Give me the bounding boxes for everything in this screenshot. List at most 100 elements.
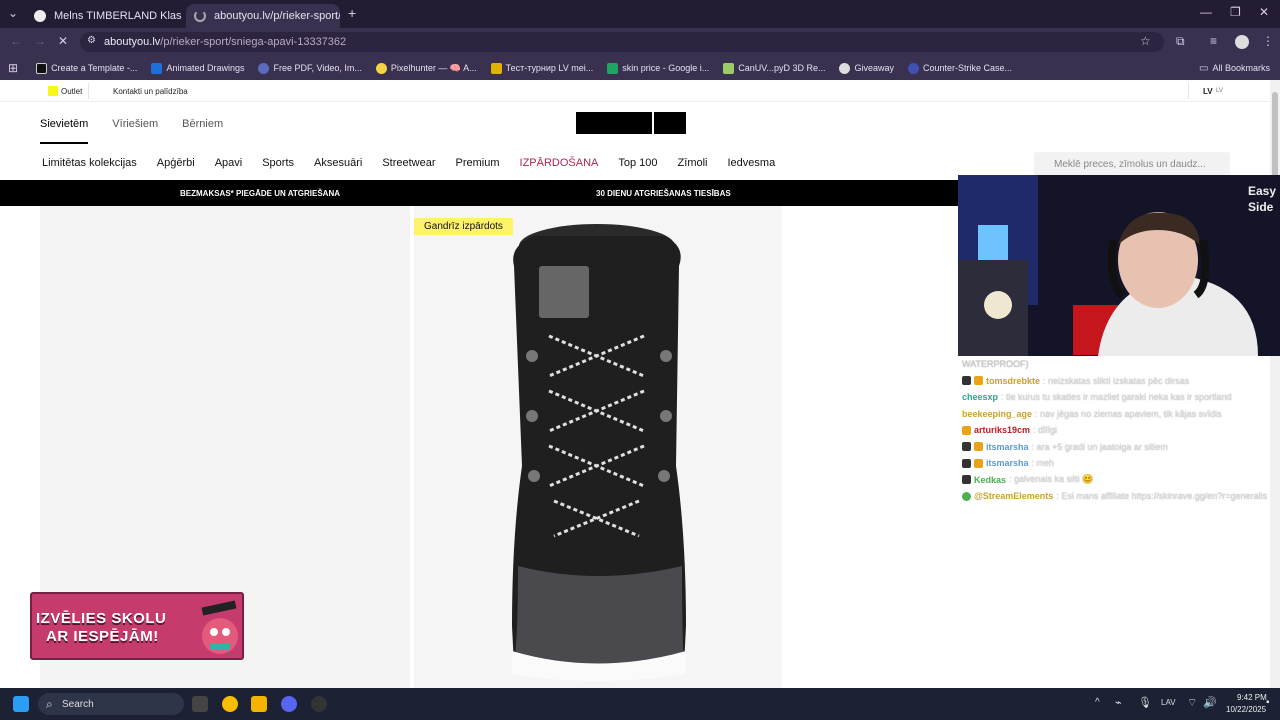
chat-line: itsmarsha: meh (958, 455, 1280, 472)
promo-free-shipping: BEZMAKSAS* PIEGĀDE UN ATGRIEŠANA (180, 189, 341, 198)
bookmark-item[interactable]: Giveaway (839, 62, 894, 74)
top-utility-strip: Outlet Kontakti un palīdzība LV LV (0, 80, 1270, 102)
bookmark-item[interactable]: Counter-Strike Case... (907, 62, 1012, 74)
bookmark-favicon-icon (258, 62, 270, 74)
forward-icon[interactable]: → (34, 34, 46, 48)
outlet-square-icon (48, 86, 58, 96)
tab-label: aboutyou.lv/p/rieker-sport/snieg (214, 10, 340, 22)
tray-overflow-icon[interactable]: ^ (1095, 697, 1100, 708)
school-ad-banner[interactable]: IZVĒLIES SKOLU AR IESPĒJĀM! (30, 592, 244, 660)
network-icon[interactable]: ⌁ (1115, 696, 1122, 709)
clock-time[interactable]: 9:42 PM (1237, 693, 1267, 702)
clock-date[interactable]: 10/22/2025 (1226, 705, 1266, 714)
chat-line: itsmarsha: ara +5 gradi un jaatoiga ar s… (958, 439, 1280, 456)
obs-icon[interactable] (311, 696, 327, 712)
badge-icon (962, 491, 971, 501)
bookmark-item[interactable]: CanUV...pyD 3D Re... (723, 62, 825, 74)
volume-icon[interactable]: 🔊 (1203, 696, 1217, 709)
chat-line: Kedkas: galvenais ka silti 😊 (958, 472, 1280, 489)
stream-chat-overlay: WATERPROOF) tomsdrebkte: neizskatas slik… (958, 356, 1280, 506)
bookmark-item[interactable]: Animated Drawings (151, 62, 244, 74)
nav-kids[interactable]: Bērniem (182, 118, 223, 144)
chat-line: tomsdrebkte: neizskatas slikti izskatas … (958, 373, 1280, 390)
chat-line: beekeeping_age: nav jēgas no ziemas apav… (962, 408, 1222, 419)
tab-search-chevron-icon[interactable]: ⌄ (8, 6, 18, 20)
bookmark-favicon-icon (375, 62, 387, 74)
minimize-icon[interactable]: — (1200, 5, 1212, 19)
search-icon: ⌕ (46, 697, 53, 711)
bookmark-favicon-icon (490, 62, 502, 74)
bookmark-item[interactable]: skin price - Google i... (607, 62, 709, 74)
cat-accessories[interactable]: Aksesuāri (314, 157, 362, 169)
bookmark-favicon-icon (907, 62, 919, 74)
bookmark-item[interactable]: Free PDF, Video, Im... (258, 62, 362, 74)
back-icon[interactable]: ← (10, 34, 22, 48)
cat-shoes[interactable]: Apavi (215, 157, 243, 169)
discord-icon[interactable] (281, 696, 297, 712)
divider (88, 83, 89, 99)
bookmark-item[interactable]: Тест-турнир LV mei... (490, 62, 593, 74)
bookmark-item[interactable]: Create a Template -... (36, 62, 137, 74)
outlet-link[interactable]: Outlet (61, 87, 82, 96)
media-controls-icon[interactable]: ≡ (1210, 34, 1217, 48)
category-nav: Limitētas kolekcijas Apģērbi Apavi Sport… (42, 157, 775, 169)
mascot-icon (201, 600, 238, 654)
window-close-icon[interactable]: ✕ (1259, 5, 1269, 19)
gallery-main-image[interactable] (414, 206, 782, 688)
extensions-icon[interactable]: ⧉ (1176, 34, 1185, 49)
task-view-icon[interactable] (192, 696, 208, 712)
badge-icon (962, 376, 971, 386)
promo-returns: 30 DIENU ATGRIEŠANAS TIESĪBAS (596, 189, 731, 198)
language-selector[interactable]: LV (1203, 87, 1213, 96)
tab-timberland[interactable]: Melns TIMBERLAND Klasiskie Z ✕ (26, 4, 182, 28)
wifi-icon[interactable]: ⌔ (1187, 696, 1197, 710)
cat-top100[interactable]: Top 100 (618, 157, 657, 169)
maximize-icon[interactable]: ❐ (1230, 5, 1241, 19)
stop-loading-icon[interactable]: ✕ (58, 34, 68, 48)
new-tab-icon[interactable]: + (348, 5, 356, 21)
site-info-icon[interactable]: ⚙ (87, 35, 96, 46)
contact-link[interactable]: Kontakti un palīdzība (113, 87, 188, 96)
site-logo[interactable] (576, 112, 686, 134)
cat-brands[interactable]: Zīmoli (678, 157, 708, 169)
bookmarks-bar: ⊞ Create a Template -... Animated Drawin… (0, 56, 1280, 80)
profile-avatar[interactable] (1235, 35, 1249, 49)
badge-icon (974, 458, 983, 468)
bookmark-star-icon[interactable]: ☆ (1140, 34, 1151, 48)
folder-icon: ▭ (1199, 62, 1209, 74)
chat-line: WATERPROOF) (962, 359, 1029, 370)
bookmark-favicon-icon (723, 62, 735, 74)
input-language[interactable]: LAV (1161, 698, 1176, 707)
nav-men[interactable]: Vīriešiem (112, 118, 158, 144)
tab-label: Melns TIMBERLAND Klasiskie Z (54, 10, 182, 22)
file-explorer-icon[interactable] (251, 696, 267, 712)
badge-icon (962, 425, 971, 435)
chat-line: @StreamElements: Esi mans affiliate http… (958, 488, 1280, 505)
cat-sports[interactable]: Sports (262, 157, 294, 169)
nav-women[interactable]: Sievietēm (40, 118, 89, 144)
cat-inspiration[interactable]: Iedvesma (728, 157, 776, 169)
bookmark-item[interactable]: Pixelhunter — 🧠 A... (375, 62, 477, 74)
cat-clothing[interactable]: Apģērbi (157, 157, 195, 169)
address-bar[interactable]: ⚙ aboutyou.lv/p/rieker-sport/sniega-apav… (80, 32, 1164, 52)
search-input[interactable]: Meklē preces, zīmolus un daudz... (1034, 152, 1230, 176)
svg-text:Side: Side (1248, 200, 1274, 214)
tab-aboutyou[interactable]: aboutyou.lv/p/rieker-sport/snieg ✕ (186, 4, 340, 28)
language-code: LV (1216, 88, 1223, 94)
badge-icon (962, 458, 971, 468)
chrome-icon[interactable] (222, 696, 238, 712)
menu-kebab-icon[interactable]: ⋮ (1262, 34, 1274, 48)
microphone-icon[interactable]: 🎙 (1138, 696, 1152, 709)
streamer-webcam-image: Easy Side (958, 175, 1280, 356)
windows-start-icon[interactable] (13, 696, 29, 712)
cat-limited[interactable]: Limitētas kolekcijas (42, 157, 137, 169)
cat-streetwear[interactable]: Streetwear (382, 157, 435, 169)
cat-sale[interactable]: IZPĀRDOŠANA (520, 157, 599, 169)
taskbar-search[interactable]: ⌕ Search (38, 693, 184, 715)
bookmark-favicon-icon (607, 62, 619, 74)
apps-grid-icon[interactable]: ⊞ (8, 61, 18, 75)
cat-premium[interactable]: Premium (456, 157, 500, 169)
notifications-icon[interactable]: ▪ (1266, 697, 1270, 708)
all-bookmarks[interactable]: ▭ All Bookmarks (1199, 63, 1270, 74)
badge-icon (962, 442, 971, 452)
